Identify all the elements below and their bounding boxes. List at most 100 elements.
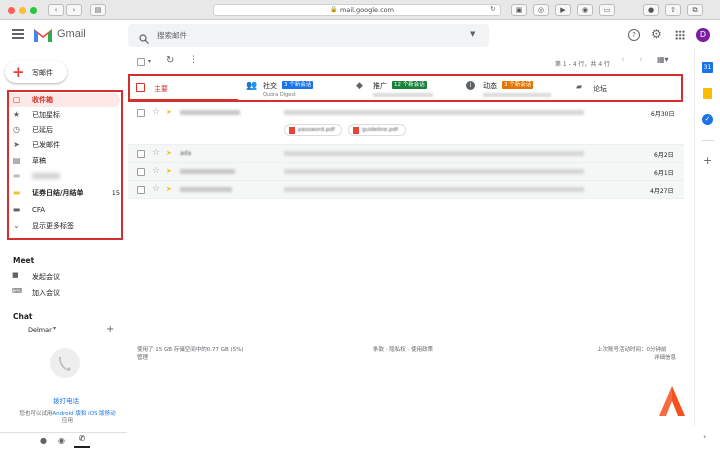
avatar[interactable]: D <box>696 28 710 42</box>
older-page-icon[interactable]: › <box>639 55 643 65</box>
hangouts-icon[interactable]: ◉ <box>58 436 65 445</box>
attachment-chip[interactable]: password.pdf <box>284 124 342 136</box>
row-checkbox[interactable] <box>137 168 145 176</box>
chat-user-name: Delmar <box>28 326 52 334</box>
add-chat-icon[interactable]: + <box>106 324 114 335</box>
search-input[interactable]: 搜索邮件 <box>157 30 187 41</box>
star-icon[interactable]: ☆ <box>152 184 160 194</box>
chevron-down-icon: ▾ <box>53 325 57 332</box>
meet-join-label: 加入会议 <box>32 289 60 297</box>
back-button[interactable]: ‹ <box>48 4 64 16</box>
close-window-button[interactable] <box>8 7 15 14</box>
settings-icon[interactable]: ⚙ <box>651 27 662 41</box>
newer-page-icon[interactable]: ‹ <box>621 55 625 65</box>
tasks-icon[interactable]: ✓ <box>702 114 713 125</box>
extension-button-3[interactable]: ▶ <box>555 4 571 16</box>
email-row-4[interactable]: ☆ ➤ 4月27日 <box>128 181 684 199</box>
reload-icon[interactable]: ↻ <box>490 5 496 13</box>
meet-title: Meet <box>13 256 35 265</box>
row-checkbox[interactable] <box>137 150 145 158</box>
sidebar-highlight-box <box>7 90 123 240</box>
show-side-panel-icon[interactable]: › <box>703 432 706 441</box>
mobile-app-link[interactable]: Android 版和 iOS 版移动 <box>52 411 115 417</box>
pdf-icon <box>353 127 359 134</box>
search-icon[interactable] <box>139 29 149 44</box>
plus-icon: + <box>12 63 25 81</box>
row-checkbox[interactable] <box>137 186 145 194</box>
select-all-checkbox[interactable] <box>137 58 145 66</box>
importance-marker-icon[interactable]: ➤ <box>166 167 172 175</box>
manage-storage-link[interactable]: 管理 <box>137 353 148 361</box>
search-options-icon[interactable]: ▼ <box>470 30 475 38</box>
phone-illustration <box>50 348 80 378</box>
search-bar[interactable]: 搜索邮件 ▼ <box>128 24 489 47</box>
tabs-overview-button[interactable]: ⧉ <box>687 4 703 16</box>
watermark-logo <box>659 386 685 416</box>
video-icon: ■ <box>12 271 19 279</box>
email-subject-blurred <box>284 187 584 192</box>
email-sender-blurred <box>180 169 235 174</box>
phone-icon <box>59 357 71 371</box>
email-subject-blurred <box>284 151 584 156</box>
apps-grid-icon[interactable] <box>675 30 685 40</box>
make-call-link[interactable]: 拨打电话 <box>53 395 79 405</box>
input-tools-icon[interactable]: ▦▾ <box>657 55 669 64</box>
attachment-chip[interactable]: guideline.pdf <box>348 124 406 136</box>
email-sender-blurred <box>180 110 240 115</box>
email-date: 6月2日 <box>654 152 674 159</box>
forward-button[interactable]: › <box>66 4 82 16</box>
select-menu-icon[interactable]: ▾ <box>148 58 151 65</box>
extension-button-2[interactable]: ◎ <box>533 4 549 16</box>
email-row-1[interactable]: ☆ ➤ 6月30日 password.pdf guideline.pdf <box>128 103 684 145</box>
gmail-logo[interactable]: Gmail <box>33 26 123 44</box>
address-bar[interactable]: 🔒 mail.google.com ↻ <box>213 4 501 16</box>
refresh-icon[interactable]: ↻ <box>166 55 174 66</box>
storage-usage: 使用了 15 GB 存储空间中的0.77 GB (5%) <box>137 347 244 353</box>
main-menu-icon[interactable] <box>12 29 24 39</box>
importance-marker-icon[interactable]: ➤ <box>166 108 172 116</box>
side-panel: 31 ✓ + <box>694 48 720 426</box>
gmail-m-icon <box>34 29 52 42</box>
more-options-icon[interactable]: ⋮ <box>189 55 198 65</box>
person-icon[interactable]: ● <box>40 436 47 445</box>
app-name: Gmail <box>57 28 86 40</box>
sidebar-toggle-button[interactable]: ▤ <box>90 4 106 16</box>
chat-title: Chat <box>13 312 33 321</box>
mobile-app-note: 您也可以试用Android 版和 iOS 版移动 应用 <box>15 411 120 425</box>
help-icon[interactable]: ? <box>628 29 640 41</box>
details-link[interactable]: 详细信息 <box>654 353 676 361</box>
add-addon-icon[interactable]: + <box>703 154 712 167</box>
meet-join-item[interactable]: ⌨ 加入会议 <box>12 286 112 298</box>
extension-button-1[interactable]: ▣ <box>511 4 527 16</box>
panel-divider <box>702 140 714 141</box>
url-text: mail.google.com <box>340 6 394 14</box>
star-icon[interactable]: ☆ <box>152 148 160 158</box>
extension-button-4[interactable]: ◉ <box>577 4 593 16</box>
email-row-3[interactable]: ☆ ➤ 6月1日 <box>128 163 684 181</box>
zoom-window-button[interactable] <box>30 7 37 14</box>
email-sender-blurred <box>180 187 232 192</box>
importance-marker-icon[interactable]: ➤ <box>166 185 172 193</box>
mobile-app-note-text: 您也可以试用 <box>19 411 53 417</box>
chat-user-selector[interactable]: Delmar ▾ <box>28 325 68 336</box>
minimize-window-button[interactable] <box>19 7 26 14</box>
extension-button-5[interactable]: ▭ <box>599 4 615 16</box>
share-button[interactable]: ⇧ <box>665 4 681 16</box>
star-icon[interactable]: ☆ <box>152 107 160 117</box>
meet-start-item[interactable]: ■ 发起会议 <box>12 270 112 282</box>
email-row-2[interactable]: ☆ ➤ ada 6月2日 <box>128 145 684 163</box>
phone-tab-icon[interactable]: ✆ <box>74 434 90 448</box>
compose-button[interactable]: + 写邮件 <box>5 61 67 83</box>
row-checkbox[interactable] <box>137 109 145 117</box>
star-icon[interactable]: ☆ <box>152 166 160 176</box>
email-date: 6月1日 <box>654 170 674 177</box>
compose-label: 写邮件 <box>32 69 53 77</box>
meet-start-label: 发起会议 <box>32 273 60 281</box>
browser-toolbar: ‹ › ▤ 🔒 mail.google.com ↻ ▣ ◎ ▶ ◉ ▭ ● ⇧ … <box>0 0 720 20</box>
terms-links[interactable]: 条款 · 隐私权 · 使用政策 <box>373 345 433 353</box>
calendar-icon[interactable]: 31 <box>702 62 713 73</box>
keep-icon[interactable] <box>703 88 712 99</box>
extension-button-6[interactable]: ● <box>643 4 659 16</box>
importance-marker-icon[interactable]: ➤ <box>166 149 172 157</box>
pagination-text: 第 1 - 4 行，共 4 行 <box>555 61 611 68</box>
